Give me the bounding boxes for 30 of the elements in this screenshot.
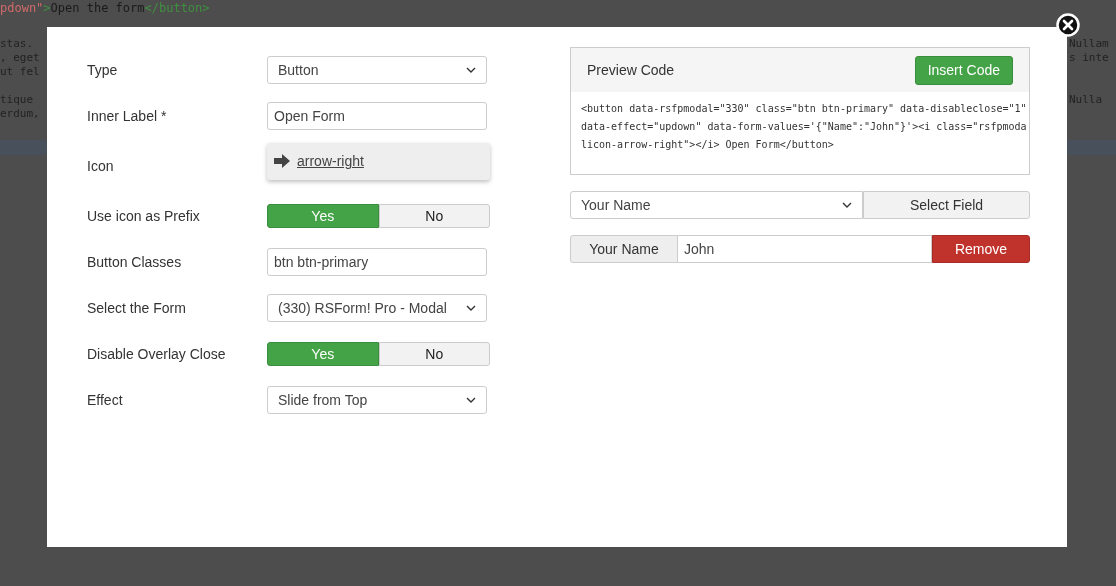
field-name-label: Your Name bbox=[570, 235, 678, 263]
field-label: Type bbox=[87, 62, 119, 78]
icon-picker[interactable]: arrow-right bbox=[267, 142, 490, 180]
value-field[interactable]: John bbox=[678, 235, 932, 263]
text-field[interactable]: btn btn-primary bbox=[267, 248, 487, 276]
code-preview: <button data-rsfpmodal="330" class="btn btn-primary" data-disableclose="1" data-effect="updown" data-form-values='{"Name":"John"}'><i class="rsfpmodalicon-arrow-right"></i> Open Form</button> bbox=[580, 102, 1028, 152]
chevron-down-icon bbox=[842, 202, 852, 208]
close-icon[interactable] bbox=[1056, 13, 1080, 37]
chevron-down-icon bbox=[466, 305, 476, 311]
field-label: Select the Form bbox=[87, 300, 187, 316]
field-label: Effect bbox=[87, 392, 124, 408]
arrow-right-icon bbox=[273, 153, 291, 169]
text-field[interactable]: Open Form bbox=[267, 102, 487, 130]
chevron-down-icon bbox=[466, 397, 476, 403]
chevron-down-icon bbox=[466, 67, 476, 73]
remove-button[interactable]: Remove bbox=[932, 235, 1030, 263]
preview-title: Preview Code bbox=[587, 62, 675, 78]
select-field[interactable]: Slide from Top bbox=[267, 386, 487, 414]
select-field[interactable]: (330) RSForm! Pro - Modal bbox=[267, 294, 487, 322]
field-label: Use icon as Prefix bbox=[87, 208, 201, 224]
field-label: Disable Overlay Close bbox=[87, 346, 227, 362]
field-select[interactable]: Your Name bbox=[570, 191, 863, 219]
field-label: Inner Label * bbox=[87, 108, 168, 124]
icon-link[interactable]: arrow-right bbox=[297, 153, 364, 169]
select-field[interactable]: Button bbox=[267, 56, 487, 84]
toggle-option[interactable]: No bbox=[378, 342, 490, 366]
toggle-option[interactable]: No bbox=[378, 204, 490, 228]
select-field-button[interactable]: Select Field bbox=[863, 191, 1030, 219]
field-label: Icon bbox=[87, 158, 115, 174]
field-label: Button Classes bbox=[87, 254, 183, 270]
